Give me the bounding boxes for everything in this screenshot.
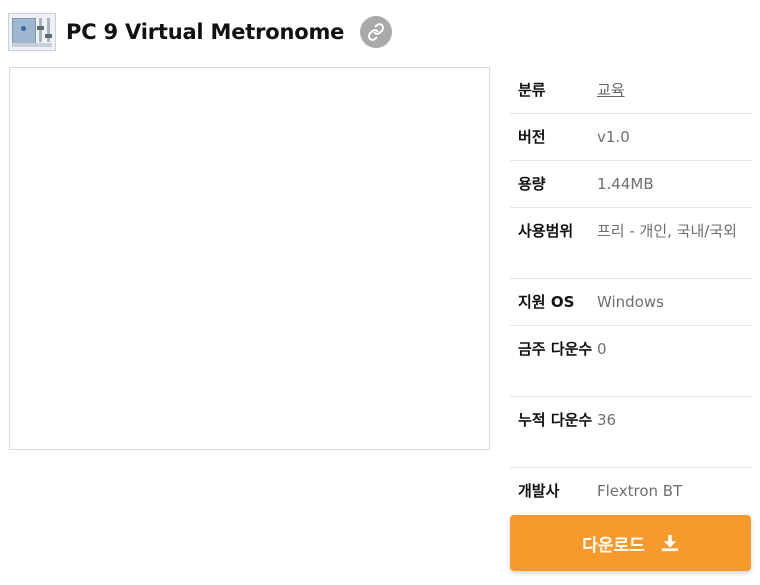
category-link[interactable]: 교육	[597, 79, 751, 113]
info-value: 0	[597, 340, 607, 358]
download-label: 다운로드	[582, 535, 645, 556]
info-label: 용량	[518, 175, 546, 193]
info-label: 분류	[518, 81, 546, 99]
info-label: 개발사	[518, 482, 560, 500]
info-row-weekly-downloads: 금주 다운수 0	[510, 326, 751, 397]
page-header: PC 9 Virtual Metronome	[8, 12, 393, 52]
info-value: 36	[597, 411, 617, 429]
info-row-category: 분류 교육	[510, 67, 751, 114]
info-label: 금주 다운수	[518, 340, 593, 358]
info-row-developer: 개발사 Flextron BT	[510, 468, 751, 515]
link-icon	[368, 23, 385, 41]
info-label: 누적 다운수	[518, 411, 593, 429]
info-row-total-downloads: 누적 다운수 36	[510, 397, 751, 468]
info-value: v1.0	[597, 128, 630, 146]
info-row-version: 버전 v1.0	[510, 114, 751, 161]
metronome-app-icon	[8, 13, 56, 51]
page-title: PC 9 Virtual Metronome	[66, 20, 345, 44]
info-row-size: 용량 1.44MB	[510, 161, 751, 208]
download-button[interactable]: 다운로드	[510, 515, 751, 571]
info-row-os: 지원 OS Windows	[510, 279, 751, 326]
app-info-table: 분류 교육 버전 v1.0 용량 1.44MB 사용범위 프리 - 개인, 국내…	[510, 67, 751, 515]
info-label: 지원 OS	[518, 293, 575, 311]
info-label: 사용범위	[518, 222, 574, 240]
copy-link-button[interactable]	[360, 16, 393, 48]
info-row-license: 사용범위 프리 - 개인, 국내/국외	[510, 208, 751, 279]
download-icon	[661, 534, 679, 552]
info-label: 버전	[518, 128, 546, 146]
info-value: Flextron BT	[597, 482, 683, 500]
info-value: Windows	[597, 293, 664, 311]
app-screenshot-area	[9, 67, 490, 450]
info-value: 1.44MB	[597, 175, 654, 193]
info-value: 프리 - 개인, 국내/국외	[597, 222, 737, 240]
